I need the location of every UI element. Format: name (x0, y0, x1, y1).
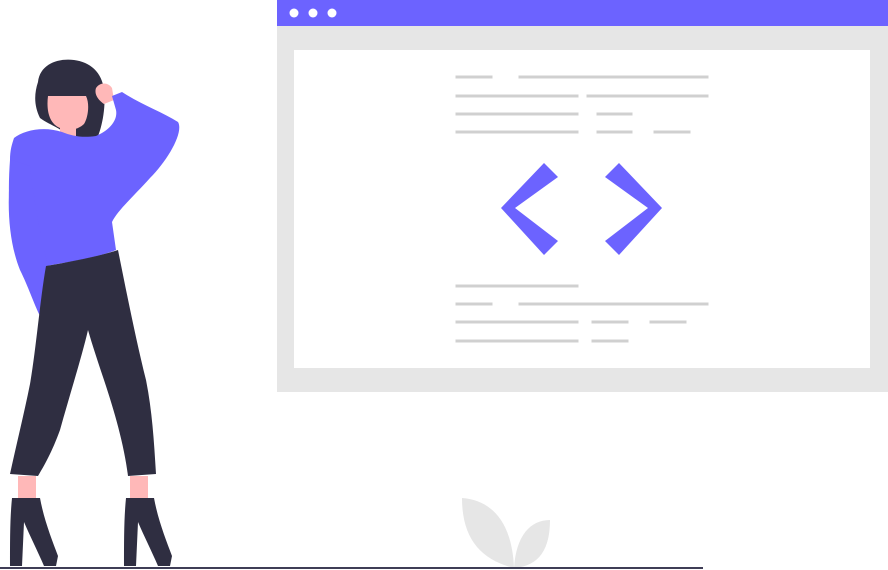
code-illustration (0, 0, 888, 569)
plant-leaf-right (514, 520, 550, 568)
right-ankle (130, 476, 148, 500)
woman-figure (8, 59, 180, 566)
browser-titlebar (277, 0, 888, 26)
plant-leaves (462, 498, 550, 568)
left-boot (10, 498, 58, 566)
browser-window (277, 0, 888, 392)
titlebar-dot-2 (308, 8, 318, 18)
titlebar-dot-1 (289, 8, 299, 18)
titlebar-dot-3 (327, 8, 337, 18)
right-boot (124, 498, 172, 566)
plant-leaf-left (462, 498, 514, 568)
browser-content-area (294, 50, 870, 368)
left-ankle (18, 476, 36, 500)
